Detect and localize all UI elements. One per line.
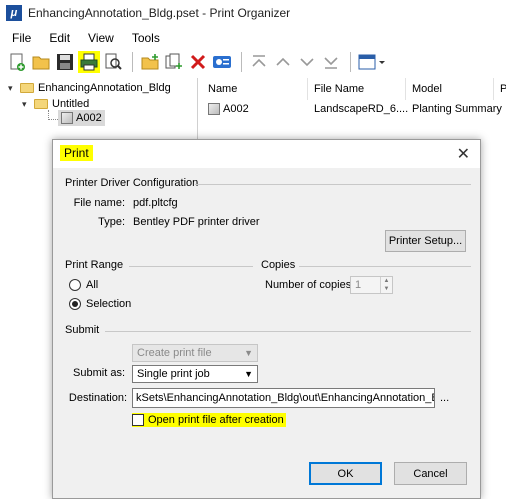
folder-icon [34, 99, 48, 109]
new-icon[interactable] [6, 51, 28, 73]
menu-bar: File Edit View Tools [0, 28, 169, 48]
move-up-icon[interactable] [272, 51, 294, 73]
type-value: Bentley PDF printer driver [133, 216, 260, 228]
menu-edit[interactable]: Edit [40, 31, 79, 45]
copies-value: 1 [355, 279, 362, 291]
expand-arrow-icon[interactable]: ▾ [8, 83, 18, 94]
submit-as-select[interactable]: Single print job ▼ [132, 365, 258, 383]
display-options-icon[interactable] [357, 51, 387, 73]
menu-view[interactable]: View [79, 31, 123, 45]
all-label[interactable]: All [86, 279, 98, 291]
column-header-file-name[interactable]: File Name [308, 78, 406, 100]
browse-button[interactable]: ... [440, 392, 449, 404]
open-after-creation-checkbox[interactable] [132, 414, 144, 426]
tree-folder-label: Untitled [52, 98, 90, 110]
menu-tools[interactable]: Tools [123, 31, 169, 45]
destination-field[interactable]: kSets\EnhancingAnnotation_Bldg\out\Enhan… [132, 388, 435, 408]
printer-driver-group-label: Printer Driver Configuration [65, 177, 199, 189]
cancel-button[interactable]: Cancel [394, 462, 467, 485]
dropdown-caret-icon: ▼ [244, 348, 253, 358]
copies-group-label: Copies [261, 259, 296, 271]
printer-setup-button[interactable]: Printer Setup... [385, 230, 466, 252]
tree-item-label: A002 [76, 112, 102, 124]
print-icon[interactable] [78, 51, 100, 73]
new-folder-icon[interactable] [139, 51, 161, 73]
properties-icon[interactable] [211, 51, 233, 73]
toolbar-separator [132, 52, 133, 72]
group-divider [129, 266, 253, 267]
close-icon[interactable]: ✕ [457, 144, 470, 164]
print-dialog: Print ✕ Printer Driver Configuration Fil… [52, 139, 481, 499]
copies-spinner[interactable]: 1 ▲ ▼ [350, 276, 393, 294]
list-cell-model: Planting Summary [412, 103, 502, 115]
list-row-name[interactable]: A002 [208, 100, 249, 118]
open-folder-icon[interactable] [30, 51, 52, 73]
file-name-label: File name: [73, 197, 125, 209]
column-header-name[interactable]: Name [202, 78, 308, 100]
column-header-model[interactable]: Model [406, 78, 494, 100]
file-name-value: pdf.pltcfg [133, 197, 178, 209]
folder-icon [20, 83, 34, 93]
add-sheets-icon[interactable] [163, 51, 185, 73]
open-after-creation-label: Open print file after creation [148, 414, 284, 426]
menu-file[interactable]: File [0, 31, 40, 45]
tree-root[interactable]: ▾ EnhancingAnnotation_Bldg [8, 80, 171, 96]
create-print-file-select[interactable]: Create print file ▼ [132, 344, 258, 362]
window-title: EnhancingAnnotation_Bldg.pset - Print Or… [28, 6, 291, 20]
tree-item-a002[interactable]: A002 [58, 110, 105, 126]
toolbar [0, 48, 506, 76]
dropdown-caret-icon: ▼ [244, 369, 253, 379]
print-preview-icon[interactable] [102, 51, 124, 73]
column-header-p[interactable]: P [494, 78, 506, 100]
delete-icon[interactable] [187, 51, 209, 73]
selection-radio[interactable] [69, 298, 81, 310]
group-divider [105, 331, 471, 332]
title-bar: μ EnhancingAnnotation_Bldg.pset - Print … [0, 0, 506, 26]
sheet-icon [208, 103, 220, 115]
group-divider [299, 266, 471, 267]
move-bottom-icon[interactable] [320, 51, 342, 73]
print-range-group-label: Print Range [65, 259, 124, 271]
selection-label[interactable]: Selection [86, 298, 131, 310]
toolbar-separator [241, 52, 242, 72]
tree-connector [48, 110, 58, 120]
app-logo-icon: μ [6, 5, 22, 21]
spinner-arrows-icon[interactable]: ▲ ▼ [380, 277, 392, 293]
destination-label: Destination: [68, 392, 127, 404]
group-divider [195, 184, 471, 185]
save-icon[interactable] [54, 51, 76, 73]
move-top-icon[interactable] [248, 51, 270, 73]
toolbar-separator [350, 52, 351, 72]
copies-label: Number of copies: [265, 279, 355, 291]
sheet-icon [61, 112, 73, 124]
move-down-icon[interactable] [296, 51, 318, 73]
dialog-title: Print [60, 145, 93, 161]
type-label: Type: [98, 216, 125, 228]
submit-group-label: Submit [65, 324, 100, 336]
list-cell-name: A002 [223, 103, 249, 115]
submit-as-value: Single print job [137, 368, 210, 380]
all-radio[interactable] [69, 279, 81, 291]
create-print-file-value: Create print file [137, 347, 212, 359]
submit-as-label: Submit as: [73, 367, 125, 379]
expand-arrow-icon[interactable]: ▾ [22, 99, 32, 110]
open-after-creation[interactable]: Open print file after creation [132, 413, 286, 427]
ok-button[interactable]: OK [309, 462, 382, 485]
list-cell-file: LandscapeRD_6.... [314, 103, 409, 115]
dialog-title-bar: Print ✕ [53, 140, 480, 168]
tree-root-label: EnhancingAnnotation_Bldg [38, 82, 171, 94]
